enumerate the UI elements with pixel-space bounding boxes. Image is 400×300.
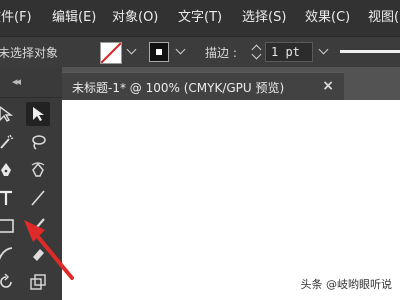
magic-wand-icon[interactable] xyxy=(0,130,18,154)
none-slash-icon xyxy=(101,43,121,63)
menu-object[interactable]: 对象(O) xyxy=(112,9,158,27)
stroke-weight-stepper[interactable] xyxy=(250,43,264,61)
menu-type[interactable]: 文字(T) xyxy=(178,9,222,27)
fill-dropdown-icon[interactable] xyxy=(126,44,137,55)
stepper-down-icon[interactable] xyxy=(251,49,262,60)
toolbar-header: ◂◂ xyxy=(0,67,62,98)
menu-bar: 文件(F) 编辑(E) 对象(O) 文字(T) 选择(S) 效果(C) 视图( xyxy=(0,0,400,36)
stroke-swatch-inner xyxy=(155,48,163,56)
line-segment-icon[interactable] xyxy=(26,186,50,210)
collapse-arrows-icon[interactable]: ◂◂ xyxy=(12,75,21,88)
stroke-label: 描边 : xyxy=(205,46,237,60)
fill-swatch[interactable] xyxy=(100,42,122,64)
stroke-swatch[interactable] xyxy=(149,42,169,62)
watermark: 头条 @岐哟眼听说 xyxy=(300,278,393,291)
selection-icon[interactable] xyxy=(26,102,50,126)
artboard[interactable] xyxy=(62,100,400,300)
pen-icon[interactable] xyxy=(0,158,18,182)
scale-icon[interactable] xyxy=(26,270,50,294)
paintbrush-icon[interactable] xyxy=(26,214,50,238)
type-icon[interactable] xyxy=(0,186,18,210)
document-tab-title: 未标题-1* @ 100% (CMYK/GPU 预览) xyxy=(72,81,285,95)
rectangle-icon[interactable] xyxy=(0,214,18,238)
menu-effect[interactable]: 效果(C) xyxy=(305,9,350,27)
shaper-icon[interactable] xyxy=(0,242,18,266)
rotate-icon[interactable] xyxy=(0,270,18,294)
menu-edit[interactable]: 编辑(E) xyxy=(52,9,96,27)
document-tab[interactable]: 未标题-1* @ 100% (CMYK/GPU 预览) × xyxy=(62,72,344,101)
control-bar: 未选择对象 描边 : 1 pt xyxy=(0,36,400,68)
selection-status: 未选择对象 xyxy=(0,46,59,60)
tools-panel xyxy=(0,98,62,300)
menu-file[interactable]: 文件(F) xyxy=(0,9,32,27)
menu-view[interactable]: 视图( xyxy=(368,9,399,27)
stroke-profile-preview[interactable] xyxy=(340,50,400,53)
stroke-dropdown-icon[interactable] xyxy=(175,44,186,55)
curvature-icon[interactable] xyxy=(26,158,50,182)
close-icon[interactable]: × xyxy=(322,78,334,94)
stroke-weight-dropdown-icon[interactable] xyxy=(318,44,329,55)
stroke-weight-field[interactable]: 1 pt xyxy=(265,42,313,62)
menu-select[interactable]: 选择(S) xyxy=(242,9,286,27)
lasso-icon[interactable] xyxy=(26,130,50,154)
direct-selection-icon[interactable] xyxy=(0,102,18,126)
eraser-icon[interactable] xyxy=(26,242,50,266)
